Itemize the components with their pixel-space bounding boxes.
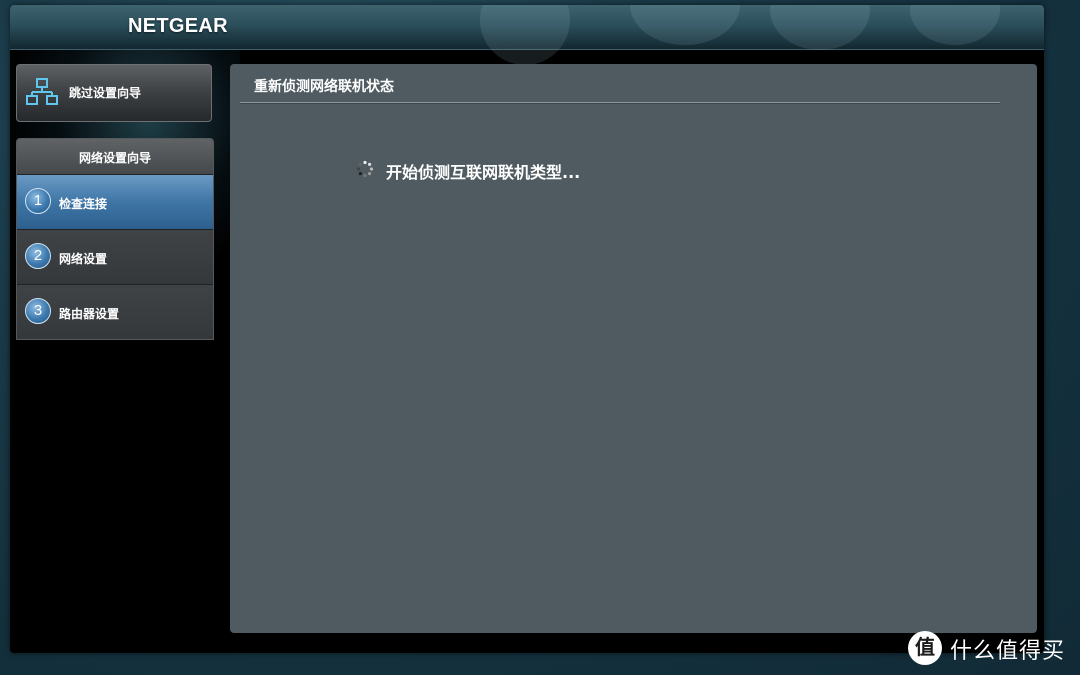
- wizard-step-label: 路由器设置: [59, 307, 120, 321]
- watermark-badge: 值: [908, 631, 942, 665]
- network-topology-icon: [26, 78, 58, 105]
- step-number-badge: 2: [25, 243, 51, 269]
- watermark-text: 什么值得买: [950, 639, 1066, 664]
- wizard-step-label: 网络设置: [59, 252, 108, 266]
- wizard-step-check-connection[interactable]: 1 检查连接: [17, 174, 213, 229]
- wizard-step-label: 检查连接: [59, 197, 108, 211]
- loading-spinner-icon: [356, 160, 374, 178]
- router-setup-window: NETGEAR 跳过设置向导 网络设置向导 1 检查连接 2 网络设置 3 路由…: [10, 5, 1044, 653]
- skip-setup-wizard-button[interactable]: 跳过设置向导: [16, 64, 212, 122]
- wizard-step-router-settings[interactable]: 3 路由器设置: [17, 284, 213, 339]
- page-title: 重新侦测网络联机状态: [254, 79, 394, 95]
- brand-logo: NETGEAR: [128, 15, 228, 37]
- step-number-badge: 3: [25, 298, 51, 324]
- main-content-panel: 重新侦测网络联机状态 开始侦测互联网联机类型...: [230, 64, 1037, 633]
- detection-status-text: 开始侦测互联网联机类型...: [386, 163, 581, 182]
- wizard-title: 网络设置向导: [17, 139, 213, 174]
- skip-setup-wizard-label: 跳过设置向导: [69, 86, 142, 100]
- title-divider: [240, 102, 1000, 104]
- setup-wizard-nav: 网络设置向导 1 检查连接 2 网络设置 3 路由器设置: [16, 138, 214, 340]
- step-number-badge: 1: [25, 188, 51, 214]
- wizard-step-network-settings[interactable]: 2 网络设置: [17, 229, 213, 284]
- header-bar: NETGEAR: [10, 5, 1044, 65]
